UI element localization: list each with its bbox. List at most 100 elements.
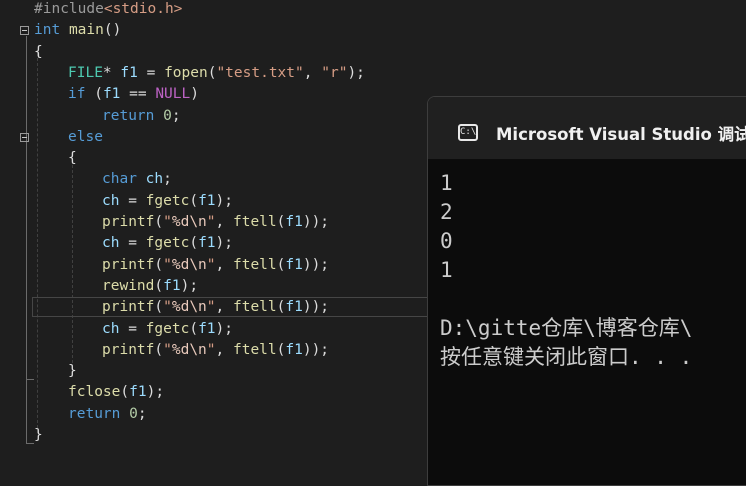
code-line[interactable]: else <box>68 127 103 148</box>
debug-console-window[interactable]: C:\ Microsoft Visual Studio 调试控制台 1 2 0 … <box>427 96 746 486</box>
code-token: = <box>119 320 146 337</box>
indent-guide <box>37 53 38 433</box>
code-token: main <box>68 22 104 39</box>
console-output-line: 1 <box>440 171 453 195</box>
code-token: )); <box>302 299 330 316</box>
code-token: , <box>303 64 322 81</box>
code-token: ) <box>190 86 199 103</box>
code-token: NULL <box>155 86 191 103</box>
code-token: () <box>103 22 122 39</box>
code-token: printf <box>102 299 155 316</box>
code-token: ftell <box>232 214 277 230</box>
code-line[interactable]: rewind(f1); <box>102 276 198 297</box>
code-token: ch <box>102 235 120 252</box>
code-line[interactable]: FILE* f1 = fopen("test.txt", "r"); <box>68 63 365 84</box>
code-line[interactable]: } <box>34 425 43 446</box>
fold-collapse-icon[interactable] <box>20 133 29 142</box>
code-token: f1 <box>102 86 121 103</box>
code-token: ( <box>189 192 199 209</box>
code-line[interactable]: ch = fgetc(f1); <box>102 191 233 212</box>
code-token: 0 <box>163 107 172 124</box>
code-token: ( <box>189 320 199 337</box>
code-token: ftell <box>232 256 277 273</box>
code-token: %d\n <box>171 341 207 358</box>
code-token: ); <box>215 235 233 252</box>
code-token: = <box>119 192 146 209</box>
code-token: , <box>215 214 233 230</box>
console-output-path: D:\gitte仓库\博客仓库\ <box>440 316 693 340</box>
code-token: " <box>163 341 172 358</box>
code-line[interactable]: char ch; <box>102 169 172 190</box>
code-token: f1 <box>198 235 216 252</box>
code-line[interactable]: { <box>68 148 77 169</box>
code-line[interactable]: if (f1 == NULL) <box>68 84 199 105</box>
code-token: ); <box>347 64 365 81</box>
code-line[interactable]: int main() <box>34 20 121 41</box>
code-token: ( <box>120 384 130 401</box>
code-token: return <box>68 405 121 422</box>
code-line[interactable]: printf("%d\n", ftell(f1)); <box>102 255 329 276</box>
code-line[interactable]: printf("%d\n", ftell(f1)); <box>102 340 329 361</box>
code-token: #include <box>34 1 104 17</box>
code-token: ; <box>171 107 181 124</box>
code-token: ftell <box>232 299 277 316</box>
code-token: ch <box>145 171 164 188</box>
code-token: { <box>34 43 43 60</box>
code-token: fclose <box>68 384 121 401</box>
code-token: = <box>137 64 165 81</box>
code-token: ( <box>189 235 199 252</box>
code-token: " <box>206 214 216 230</box>
code-token: } <box>68 363 77 380</box>
console-title: Microsoft Visual Studio 调试控制台 <box>496 125 746 144</box>
code-token: ); <box>215 192 233 209</box>
code-token: %d\n <box>171 299 207 316</box>
outline-end-tick <box>26 443 34 444</box>
code-token: " <box>163 214 172 230</box>
code-token: " <box>206 299 216 316</box>
code-token: f1 <box>285 214 303 230</box>
code-token: f1 <box>129 384 147 401</box>
code-line[interactable]: fclose(f1); <box>68 382 164 403</box>
code-token: ( <box>154 214 164 230</box>
console-titlebar[interactable]: C:\ Microsoft Visual Studio 调试控制台 <box>428 97 746 159</box>
code-token: %d\n <box>171 214 207 230</box>
code-token: int <box>34 22 61 39</box>
code-token: ( <box>154 299 164 316</box>
code-token: f1 <box>285 341 303 358</box>
code-token: " <box>206 341 216 358</box>
code-line[interactable]: printf("%d\n", ftell(f1)); <box>102 212 329 233</box>
code-token: f1 <box>285 256 303 273</box>
code-token: , <box>215 299 233 316</box>
code-token: ( <box>85 86 103 103</box>
code-token: ( <box>154 256 164 273</box>
code-token: "test.txt" <box>216 64 304 81</box>
code-token: ch <box>102 320 120 337</box>
code-token: FILE <box>68 64 103 81</box>
code-line[interactable]: return 0; <box>102 106 181 127</box>
code-token: fopen <box>164 64 208 81</box>
code-token: ( <box>154 341 164 358</box>
code-token: , <box>215 256 233 273</box>
code-token: ); <box>215 320 233 337</box>
code-token: ch <box>102 192 120 209</box>
code-token: " <box>206 256 216 273</box>
code-line[interactable]: { <box>34 42 43 63</box>
code-token: } <box>34 427 43 443</box>
code-line[interactable]: ch = fgetc(f1); <box>102 233 233 254</box>
code-line[interactable]: ch = fgetc(f1); <box>102 319 233 340</box>
code-line[interactable]: #include<stdio.h> <box>34 0 182 20</box>
indent-guide <box>72 160 73 368</box>
fold-collapse-icon[interactable] <box>20 26 29 35</box>
code-line[interactable]: return 0; <box>68 404 147 425</box>
code-token: == <box>120 86 156 103</box>
code-token: fgetc <box>145 235 190 252</box>
code-token: f1 <box>285 299 303 316</box>
code-line[interactable]: } <box>68 361 77 382</box>
code-token: , <box>215 341 233 358</box>
code-token: { <box>68 150 77 167</box>
code-line[interactable]: printf("%d\n", ftell(f1)); <box>102 297 329 318</box>
code-token: 0 <box>129 405 138 422</box>
code-token: printf <box>102 341 155 358</box>
